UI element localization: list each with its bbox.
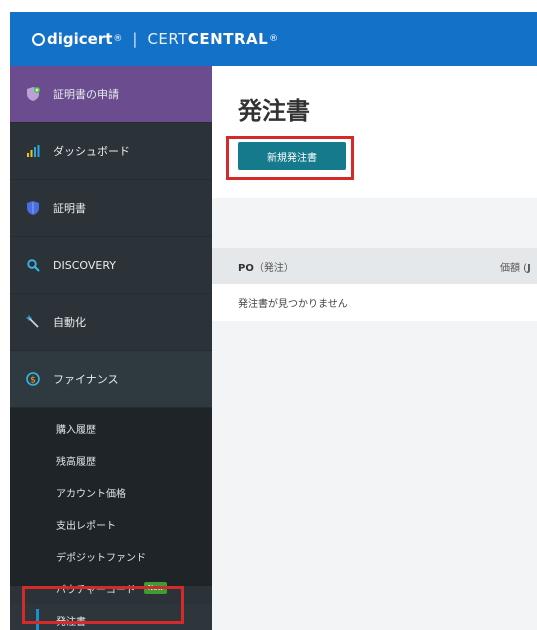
- sidebar-item-dashboard[interactable]: ダッシュボード: [10, 123, 212, 180]
- app-window: digicert ® | CERT CENTRAL ® 証明書の申請 ダッシュボ…: [0, 0, 537, 630]
- highlight-box-new-button: [226, 136, 354, 180]
- sidebar-item-certificates[interactable]: 証明書: [10, 180, 212, 237]
- logo-registered-mark: ®: [113, 34, 123, 44]
- sidebar-subitem-label: アカウント価格: [56, 488, 126, 500]
- column-header-price[interactable]: 価額 (J: [500, 259, 531, 274]
- shield-plus-icon: [25, 86, 41, 102]
- sidebar-subitem-label: デポジットファンド: [56, 552, 146, 564]
- empty-message: 発注書が見つかりません: [238, 299, 348, 310]
- sidebar: 証明書の申請 ダッシュボード 証明書 DISCOVERY 自動化 $ ファイナン…: [10, 66, 212, 630]
- digicert-logo-ring-icon: [32, 32, 45, 46]
- column-header-po[interactable]: PO（発注）: [238, 259, 294, 274]
- column-header-po-code: PO: [238, 262, 254, 274]
- highlight-box-purchase-orders: [22, 586, 184, 624]
- table-header: PO（発注） 価額 (J: [212, 248, 537, 284]
- wand-icon: [25, 314, 41, 330]
- logo-product-cert: CERT: [147, 30, 188, 48]
- finance-submenu: 購入履歴 残高履歴 アカウント価格 支出レポート デポジットファンド バウチャー…: [10, 408, 212, 630]
- sidebar-item-finance[interactable]: $ ファイナンス: [10, 351, 212, 408]
- column-header-po-label: （発注）: [253, 262, 294, 274]
- sidebar-subitem-label: 支出レポート: [56, 520, 116, 532]
- sidebar-item-automation[interactable]: 自動化: [10, 294, 212, 351]
- svg-text:$: $: [30, 376, 36, 386]
- shield-icon: [25, 200, 41, 216]
- sidebar-item-label: ファイナンス: [53, 373, 119, 386]
- logo-product-registered-mark: ®: [269, 34, 279, 44]
- sidebar-subitem-balance-history[interactable]: 残高履歴: [10, 444, 212, 476]
- bar-chart-icon: [25, 143, 41, 159]
- sidebar-subitem-deposit-funds[interactable]: デポジットファンド: [10, 540, 212, 572]
- sidebar-item-label: 自動化: [53, 316, 86, 329]
- dollar-circle-icon: $: [25, 371, 41, 387]
- sidebar-subitem-spend-report[interactable]: 支出レポート: [10, 508, 212, 540]
- sidebar-item-request-certificate[interactable]: 証明書の申請: [10, 66, 212, 123]
- column-header-price-label: 価額 (: [500, 262, 528, 274]
- sidebar-subitem-account-pricing[interactable]: アカウント価格: [10, 476, 212, 508]
- logo-brand: digicert: [47, 30, 113, 48]
- sidebar-subitem-label: 残高履歴: [56, 456, 96, 468]
- sidebar-subitem-purchase-history[interactable]: 購入履歴: [10, 412, 212, 444]
- sidebar-item-discovery[interactable]: DISCOVERY: [10, 237, 212, 294]
- sidebar-subitem-label: 購入履歴: [56, 424, 96, 436]
- sidebar-item-label: 証明書: [53, 202, 86, 215]
- column-header-price-currency: J: [527, 262, 531, 274]
- logo-product-central: CENTRAL: [187, 30, 269, 48]
- page-title: 発注書: [238, 97, 310, 125]
- top-header: digicert ® | CERT CENTRAL ®: [10, 12, 537, 66]
- sidebar-item-label: DISCOVERY: [53, 258, 116, 272]
- digicert-logo[interactable]: digicert ® | CERT CENTRAL ®: [32, 30, 278, 48]
- table-empty-row: 発注書が見つかりません: [212, 284, 537, 321]
- sidebar-item-label: ダッシュボード: [53, 145, 130, 158]
- search-icon: [25, 257, 41, 273]
- sidebar-item-label: 証明書の申請: [53, 88, 119, 101]
- logo-separator: |: [132, 30, 138, 48]
